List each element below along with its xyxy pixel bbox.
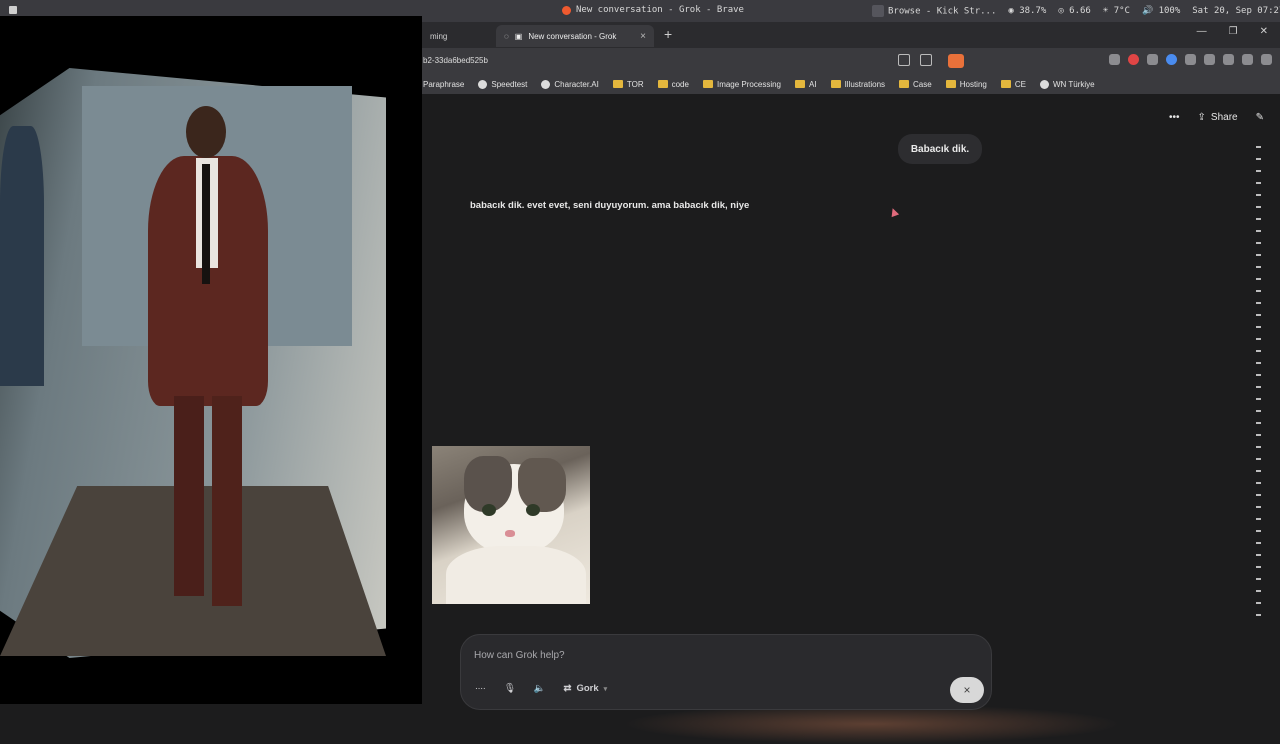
upload-icon: ⇪ [1197, 112, 1206, 123]
wn-icon [1039, 79, 1049, 89]
user-message: Babacık dik. [898, 134, 982, 164]
tab-new-conversation[interactable]: ◌ ▣ New conversation - Grok × [496, 25, 654, 47]
chat-composer[interactable]: How can Grok help? ∙∙∙∙ 🎙 🔈 ⇄ Gork ▾ × [460, 634, 992, 710]
clock: Sat 20, Sep 07:27 [1192, 6, 1280, 16]
share-button[interactable]: ⇪ Share [1198, 112, 1238, 123]
cast-icon[interactable] [898, 54, 910, 66]
person-tie [202, 164, 210, 284]
extension-audio-icon[interactable] [1147, 54, 1158, 65]
scroll-indicator[interactable] [1256, 146, 1262, 686]
message-input[interactable]: How can Grok help? [474, 650, 565, 661]
cat-nose [505, 530, 515, 537]
bookmarks-bar: Paraphrase Speedtest Character.AI TOR co… [422, 74, 1280, 94]
window-controls: — ❐ ✕ [1197, 26, 1280, 37]
tab-close-icon[interactable]: × [640, 31, 646, 42]
bookmark-folder[interactable]: Illustrations [830, 80, 885, 89]
media-widget[interactable]: Browse - Kick Str... [872, 5, 996, 17]
address-bar: b2-33da6bed525b [422, 48, 1280, 74]
folder-icon [795, 80, 805, 88]
person-leg [212, 396, 242, 606]
tab-favicon-icon: ▣ [514, 31, 523, 41]
chevron-down-icon: ▾ [603, 685, 608, 693]
sidebar-icon[interactable] [1204, 54, 1215, 65]
composer-glow [622, 704, 1122, 744]
brave-shields-icon[interactable] [948, 54, 964, 68]
person-leg [174, 396, 204, 596]
character-ai-icon [541, 79, 551, 89]
cpu-readout: ◉ 38.7% [1008, 6, 1047, 16]
memory-readout: ◎ 6.66 [1058, 6, 1091, 16]
system-tray: Browse - Kick Str... ◉ 38.7% ◎ 6.66 ☀ 7°… [872, 5, 1280, 17]
mouse-cursor-icon [888, 206, 900, 218]
chat-page: ••• ⇪ Share ✎ Babacık dik. babacık dik. … [422, 94, 1280, 744]
sliders-icon: ⇄ [563, 683, 572, 694]
close-window-icon[interactable]: ✕ [1260, 26, 1268, 37]
bookmark-folder[interactable]: code [657, 80, 689, 89]
bookmark-folder[interactable]: Image Processing [702, 80, 781, 89]
media-icon[interactable] [1223, 54, 1234, 65]
new-tab-button[interactable]: + [664, 26, 672, 42]
cat-fur-patch [518, 458, 566, 512]
brave-icon [562, 5, 571, 15]
bookmark-item[interactable]: Speedtest [478, 79, 527, 89]
folder-icon [899, 80, 910, 88]
video-overlay[interactable] [0, 16, 422, 704]
extension-red-icon[interactable] [1128, 54, 1139, 65]
cat-image[interactable] [432, 446, 590, 604]
cat-paws [446, 546, 586, 604]
microphone-icon[interactable]: 🎙 [504, 683, 516, 694]
bookmark-item[interactable]: WN Türkiye [1039, 79, 1095, 89]
stop-button[interactable]: × [950, 677, 984, 703]
hamburger-menu-icon[interactable] [1261, 54, 1272, 65]
video-person-background [0, 126, 44, 386]
voice-mode-icon[interactable]: 🔈 [534, 683, 546, 694]
folder-icon [702, 80, 713, 88]
bookmark-folder[interactable]: Case [899, 80, 932, 89]
assistant-message: babacık dik. evet evet, seni duyuyorum. … [470, 200, 750, 211]
folder-icon [945, 80, 956, 88]
folder-icon [612, 80, 623, 88]
cat-eye [526, 504, 540, 516]
extension-blue-icon[interactable] [1166, 54, 1177, 65]
bookmark-folder[interactable]: CE [1000, 80, 1026, 89]
share-page-icon[interactable] [920, 54, 932, 66]
folder-icon [1000, 80, 1011, 88]
bookmark-folder[interactable]: TOR [612, 80, 644, 89]
extension-icon[interactable] [1109, 54, 1120, 65]
attach-icon[interactable]: ∙∙∙∙ [475, 683, 486, 694]
video-person [148, 106, 268, 616]
bookmark-folder[interactable]: AI [795, 80, 817, 89]
speedtest-icon [478, 79, 488, 89]
more-options-button[interactable]: ••• [1169, 112, 1180, 123]
play-icon [872, 5, 884, 17]
new-chat-icon[interactable]: ✎ [1256, 112, 1264, 123]
model-selector[interactable]: ⇄ Gork ▾ [563, 683, 607, 694]
cat-eye [482, 504, 496, 516]
leo-icon[interactable] [1242, 54, 1253, 65]
weather-readout: ☀ 7°C [1102, 6, 1130, 16]
url-field[interactable]: b2-33da6bed525b [423, 56, 488, 65]
person-head [186, 106, 226, 158]
extension-puzzle-icon[interactable] [1185, 54, 1196, 65]
chat-actions: ••• ⇪ Share ✎ [1169, 112, 1264, 123]
window-title: New conversation - Grok - Brave [562, 5, 744, 15]
restore-icon[interactable]: ❐ [1229, 26, 1238, 37]
bookmark-item[interactable]: Character.AI [541, 79, 599, 89]
composer-tools: ∙∙∙∙ 🎙 🔈 ⇄ Gork ▾ [475, 683, 607, 694]
tab-inactive[interactable]: ming [422, 25, 494, 47]
folder-icon [830, 80, 841, 88]
address-actions [898, 54, 932, 66]
minimize-icon[interactable]: — [1197, 26, 1207, 37]
loading-icon: ◌ [504, 31, 509, 41]
bookmark-folder[interactable]: Hosting [945, 80, 987, 89]
bookmark-item[interactable]: Paraphrase [423, 80, 464, 89]
tab-bar: ming ◌ ▣ New conversation - Grok × + — ❐… [422, 22, 1280, 48]
extensions-bar [1109, 54, 1272, 65]
menu-icon[interactable] [9, 6, 17, 14]
folder-icon [657, 80, 668, 88]
volume-readout[interactable]: 🔊 100% [1142, 6, 1180, 16]
